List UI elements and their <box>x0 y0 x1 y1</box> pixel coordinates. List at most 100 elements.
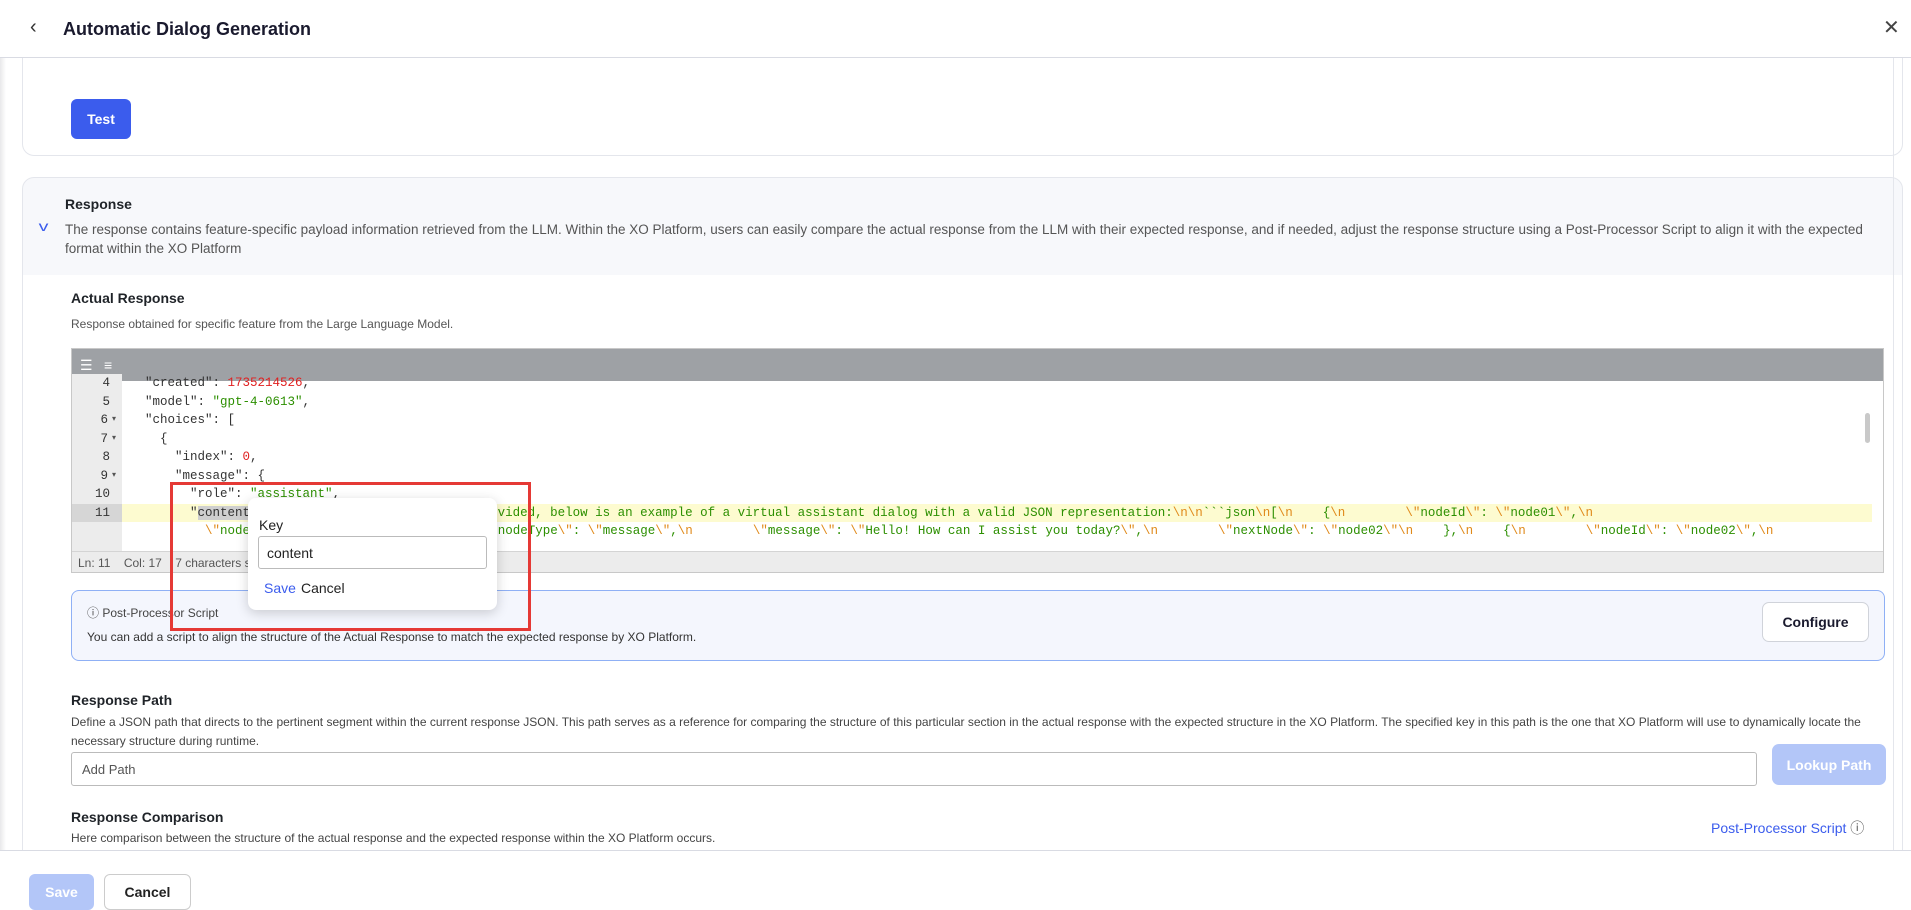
code-token: \" <box>1555 506 1570 520</box>
lookup-path-button[interactable]: Lookup Path <box>1772 744 1886 785</box>
code-token: \" <box>1323 524 1338 538</box>
fold-arrow-icon[interactable]: ▾ <box>112 467 116 486</box>
info-icon: ⓘ <box>1850 820 1864 836</box>
chevron-down-icon[interactable]: v <box>39 218 49 234</box>
code-token: , <box>670 524 678 538</box>
code-token: \n <box>1255 506 1270 520</box>
code-token: \n <box>1511 524 1526 538</box>
code-token: \" <box>1465 506 1480 520</box>
code-token: { <box>130 432 168 446</box>
scrollbar-track[interactable] <box>1893 58 1894 850</box>
key-input[interactable] <box>258 536 487 569</box>
code-token: , <box>1135 524 1143 538</box>
code-token: \" <box>588 524 603 538</box>
key-label: Key <box>259 517 283 533</box>
key-popup: Key Save Cancel <box>248 498 497 610</box>
line-number: 8 <box>72 448 122 467</box>
code-token: \" <box>1495 506 1510 520</box>
code-token: ```json <box>1203 506 1256 520</box>
response-title: Response <box>65 196 132 212</box>
code-token: node01 <box>1510 506 1555 520</box>
code-line[interactable]: 7▾ { <box>72 430 1872 449</box>
code-token: \" <box>1586 524 1601 538</box>
code-line[interactable]: 4 "created": 1735214526, <box>72 374 1872 393</box>
code-token: : <box>1308 524 1323 538</box>
left-edge-shadow <box>0 58 6 850</box>
code-token: \" <box>1293 524 1308 538</box>
code-token: Hello! How can I assist you today? <box>865 524 1120 538</box>
code-token: \" <box>655 524 670 538</box>
code-text: "model": "gpt-4-0613", <box>130 393 310 412</box>
editor-scrollbar[interactable] <box>1865 413 1870 443</box>
code-token: \" <box>1646 524 1661 538</box>
code-token <box>1158 524 1218 538</box>
code-token: { <box>1293 506 1331 520</box>
fold-arrow-icon[interactable]: ▾ <box>112 430 116 449</box>
fold-arrow-icon[interactable]: ▾ <box>112 411 116 430</box>
response-comparison-title: Response Comparison <box>71 809 223 825</box>
popup-cancel-button[interactable]: Cancel <box>301 580 345 596</box>
code-token: \n <box>678 524 693 538</box>
line-number <box>72 522 122 541</box>
code-token: }, <box>1413 524 1458 538</box>
code-token: \" <box>1676 524 1691 538</box>
close-icon[interactable]: ✕ <box>1883 15 1900 40</box>
save-button[interactable]: Save <box>29 874 94 910</box>
code-token: nodeId <box>1601 524 1646 538</box>
code-token: node02 <box>1691 524 1736 538</box>
code-token: , <box>303 376 311 390</box>
post-processor-link-text[interactable]: Post-Processor Script <box>1711 820 1846 836</box>
code-token: \n <box>1398 524 1413 538</box>
back-icon[interactable]: ‹ <box>30 16 37 39</box>
code-token: : <box>835 524 850 538</box>
code-line[interactable]: 6▾ "choices": [ <box>72 411 1872 430</box>
code-token: \" <box>558 524 573 538</box>
code-token: { <box>1473 524 1511 538</box>
code-token: 1735214526 <box>228 376 303 390</box>
response-path-title: Response Path <box>71 692 172 708</box>
code-token: "index": <box>130 450 243 464</box>
code-token: \" <box>1120 524 1135 538</box>
post-processor-script-link[interactable]: Post-Processor Script ⓘ <box>1711 818 1864 838</box>
line-number: 5 <box>72 393 122 412</box>
code-token: , <box>1570 506 1578 520</box>
code-token: \" <box>1218 524 1233 538</box>
code-token: "choices": [ <box>130 413 235 427</box>
code-token: : <box>573 524 588 538</box>
code-token: : <box>1480 506 1495 520</box>
code-token: nodeId <box>1420 506 1465 520</box>
code-token: \n <box>1758 524 1773 538</box>
code-token: \n <box>1330 506 1345 520</box>
line-number: 11 <box>72 504 122 523</box>
popup-save-button[interactable]: Save <box>264 580 296 596</box>
test-card <box>22 58 1903 156</box>
test-button[interactable]: Test <box>71 99 131 139</box>
code-token: \n <box>1143 524 1158 538</box>
code-token: 0 <box>243 450 251 464</box>
code-token: "message": { <box>130 469 265 483</box>
code-token: \n <box>1458 524 1473 538</box>
code-token: node02 <box>1338 524 1383 538</box>
code-token <box>1526 524 1586 538</box>
code-token: : <box>1661 524 1676 538</box>
post-processor-description: You can add a script to align the struct… <box>87 630 696 644</box>
code-line[interactable]: 8 "index": 0, <box>72 448 1872 467</box>
code-token: \" <box>1736 524 1751 538</box>
code-token: \" <box>850 524 865 538</box>
configure-button[interactable]: Configure <box>1762 602 1869 642</box>
code-token: \" <box>1383 524 1398 538</box>
code-token: nextNode <box>1233 524 1293 538</box>
cancel-button[interactable]: Cancel <box>104 874 191 910</box>
compact-icon[interactable]: ≡ <box>104 357 112 373</box>
path-input[interactable] <box>71 752 1757 786</box>
code-token: message <box>768 524 821 538</box>
code-token: \n <box>1278 506 1293 520</box>
code-token: message <box>603 524 656 538</box>
footer: Save Cancel <box>0 850 1911 904</box>
code-text: "index": 0, <box>130 448 258 467</box>
code-token: , <box>303 395 311 409</box>
code-line[interactable]: 5 "model": "gpt-4-0613", <box>72 393 1872 412</box>
format-icon[interactable]: ☰ <box>80 357 93 374</box>
actual-response-subtitle: Response obtained for specific feature f… <box>71 317 453 331</box>
header: ‹ Automatic Dialog Generation ✕ <box>0 0 1911 58</box>
